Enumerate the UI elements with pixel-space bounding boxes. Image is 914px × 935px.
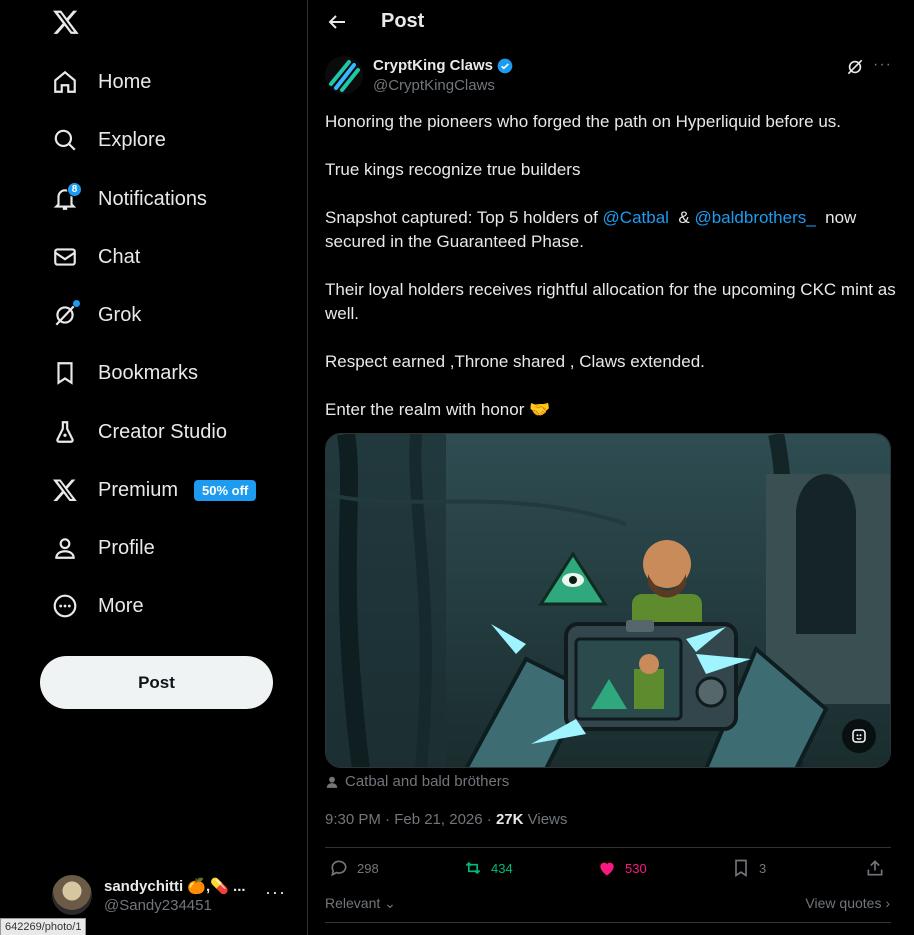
sticker-icon — [852, 729, 866, 743]
tweet-paragraph: True kings recognize true builders — [325, 160, 581, 179]
status-url-tooltip: 642269/photo/1 — [0, 918, 87, 935]
chevron-right-icon: › — [885, 895, 890, 911]
reply-icon — [331, 860, 347, 877]
nav-explore[interactable]: Explore — [40, 115, 178, 165]
share-icon — [867, 860, 883, 876]
nav-notifications-label: Notifications — [98, 187, 207, 210]
tweet-paragraph: Honoring the pioneers who forged the pat… — [325, 112, 842, 131]
claw-logo-icon — [325, 56, 363, 94]
mention-link[interactable]: @baldbrothers_ — [694, 208, 815, 227]
nav-creator-studio[interactable]: Creator Studio — [40, 407, 239, 457]
more-options-icon[interactable]: ··· — [873, 56, 892, 74]
reply-sort-dropdown[interactable]: Relevant ⌄ — [325, 895, 396, 912]
tweet-paragraph: Respect earned ,Throne shared , Claws ex… — [325, 352, 705, 371]
account-handle: @Sandy234451 — [104, 896, 212, 914]
compose-post-button[interactable]: Post — [40, 656, 273, 709]
repost-button[interactable]: 434 — [463, 858, 513, 878]
x-logo-icon — [52, 479, 77, 502]
views-label: Views — [523, 811, 568, 828]
tweet-paragraph: Snapshot captured: Top 5 holders of @Cat… — [325, 206, 900, 254]
repost-count: 434 — [491, 860, 513, 876]
verified-badge-icon — [497, 58, 513, 73]
nav-chat[interactable]: Chat — [40, 232, 152, 282]
sidebar: Home Explore 8 Notifications Chat Grok B… — [0, 0, 307, 935]
author-avatar[interactable] — [325, 56, 363, 94]
tweet-text: Honoring the pioneers who forged the pat… — [325, 110, 900, 446]
image-edit-button[interactable] — [842, 719, 876, 753]
tagged-users[interactable]: Catbal and bald bröthers — [325, 773, 509, 790]
share-button[interactable] — [865, 858, 885, 878]
views-count: 27K — [495, 811, 524, 828]
notification-count-badge: 8 — [67, 182, 82, 197]
divider — [325, 847, 891, 848]
heart-icon — [600, 862, 614, 876]
author-name[interactable]: CryptKing Claws — [373, 57, 493, 74]
nav-premium[interactable]: Premium 50% off — [40, 465, 268, 515]
nav-bookmarks-label: Bookmarks — [98, 361, 199, 384]
repost-icon — [465, 861, 481, 875]
jungle-robot-illustration — [326, 434, 890, 767]
premium-discount-badge: 50% off — [194, 479, 257, 501]
like-button[interactable]: 530 — [597, 858, 647, 878]
person-tag-icon — [326, 776, 338, 788]
text-segment: Snapshot captured: Top 5 holders of — [325, 208, 603, 227]
more-circle-icon — [53, 594, 77, 618]
x-logo-icon[interactable] — [52, 8, 80, 36]
nav-creator-studio-label: Creator Studio — [98, 420, 227, 443]
grok-dot — [73, 300, 80, 307]
avatar — [52, 875, 92, 915]
bell-icon-wrap: 8 — [52, 182, 82, 212]
nav-bookmarks[interactable]: Bookmarks — [40, 348, 210, 398]
nav-premium-label: Premium — [98, 478, 179, 501]
author-handle[interactable]: @CryptKingClaws — [373, 77, 495, 94]
like-count: 530 — [625, 860, 647, 876]
nav-grok[interactable]: Grok — [40, 290, 153, 340]
bookmark-icon — [57, 362, 73, 385]
nav-explore-label: Explore — [98, 128, 166, 151]
reply-sort-label: Relevant — [325, 895, 381, 911]
person-icon — [55, 538, 75, 559]
account-text: sandychitti 🍊,💊 ... @Sandy234451 — [104, 877, 246, 914]
nav-home-label: Home — [98, 70, 152, 93]
tweet-timestamp[interactable]: 9:30 PM · Feb 21, 2026 · — [325, 811, 496, 828]
search-icon — [54, 129, 76, 151]
tweet-meta: 9:30 PM · Feb 21, 2026 · 27K Views — [325, 811, 567, 828]
bookmark-icon — [735, 859, 747, 878]
grok-icon[interactable] — [845, 57, 865, 77]
tweet-actions: 298 434 530 3 — [325, 858, 891, 886]
chevron-down-icon: ⌄ — [384, 895, 396, 911]
mention-link[interactable]: @Catbal — [603, 208, 669, 227]
view-quotes-label: View quotes — [805, 895, 882, 911]
tweet-paragraph: Their loyal holders receives rightful al… — [325, 280, 896, 323]
nav-more[interactable]: More — [40, 581, 156, 631]
nav-more-label: More — [98, 594, 144, 617]
nav-profile[interactable]: Profile — [40, 523, 167, 573]
account-more-icon[interactable]: ··· — [265, 882, 286, 903]
bookmark-button[interactable]: 3 — [731, 858, 766, 878]
home-icon — [54, 70, 76, 93]
main-column: Post CryptKing Claws @CryptKingClaws ···… — [307, 0, 914, 935]
divider — [325, 922, 891, 923]
view-quotes-link[interactable]: View quotes › — [805, 895, 890, 911]
tweet-paragraph: Enter the realm with honor 🤝 — [325, 400, 551, 419]
flask-icon — [56, 421, 74, 443]
mail-icon — [54, 248, 76, 266]
nav-notifications[interactable]: 8 Notifications — [40, 174, 219, 224]
nav-grok-label: Grok — [98, 303, 142, 326]
author-name-row[interactable]: CryptKing Claws — [373, 57, 513, 74]
nav-home[interactable]: Home — [40, 57, 163, 107]
grok-icon-wrap — [52, 300, 80, 328]
nav-chat-label: Chat — [98, 245, 141, 268]
page-title: Post — [381, 10, 425, 32]
top-bar: Post — [308, 0, 914, 44]
tweet-media-image[interactable] — [325, 433, 891, 768]
bookmark-count: 3 — [759, 860, 767, 876]
back-arrow-icon[interactable] — [325, 10, 349, 34]
reply-count: 298 — [357, 860, 379, 876]
reply-button[interactable]: 298 — [329, 858, 379, 878]
nav-profile-label: Profile — [98, 536, 155, 559]
text-segment: & — [668, 208, 695, 227]
account-name: sandychitti 🍊,💊 ... — [104, 877, 246, 895]
tagged-users-label: Catbal and bald bröthers — [345, 773, 510, 790]
